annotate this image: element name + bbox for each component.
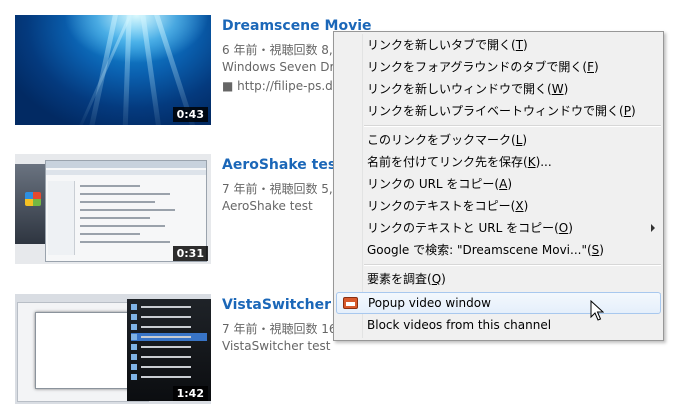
context-menu: リンクを新しいタブで開く(T) リンクをフォアグラウンドのタブで開く(F) リン… bbox=[333, 31, 664, 341]
video-meta: 7 年前・視聴回数 16 bbox=[222, 322, 337, 336]
menu-item-save-link-as[interactable]: 名前を付けてリンク先を保存(K)... bbox=[336, 151, 661, 173]
menu-item-copy-link-text[interactable]: リンクのテキストをコピー(X) bbox=[336, 195, 661, 217]
menu-separator bbox=[364, 264, 661, 266]
mouse-cursor-icon bbox=[590, 300, 604, 321]
duration-badge: 1:42 bbox=[172, 386, 208, 401]
popup-video-icon bbox=[343, 297, 358, 309]
video-thumbnail[interactable]: 0:43 bbox=[15, 15, 211, 125]
menu-item-bookmark-link[interactable]: このリンクをブックマーク(L) bbox=[336, 129, 661, 151]
menu-item-inspect-element[interactable]: 要素を調査(Q) bbox=[336, 268, 661, 290]
video-meta: 7 年前・視聴回数 5,9 bbox=[222, 182, 341, 196]
menu-item-popup-video-window[interactable]: Popup video window bbox=[336, 292, 661, 314]
video-thumbnail[interactable]: 0:31 bbox=[15, 154, 211, 264]
menu-separator bbox=[364, 125, 661, 127]
video-channel: AeroShake test bbox=[222, 199, 313, 213]
menu-item-open-new-tab[interactable]: リンクを新しいタブで開く(T) bbox=[336, 34, 661, 56]
duration-badge: 0:43 bbox=[172, 107, 208, 122]
menu-item-open-new-window[interactable]: リンクを新しいウィンドウで開く(W) bbox=[336, 78, 661, 100]
video-channel: Windows Seven Drea bbox=[222, 60, 349, 74]
menu-item-open-foreground-tab[interactable]: リンクをフォアグラウンドのタブで開く(F) bbox=[336, 56, 661, 78]
menu-item-open-private-window[interactable]: リンクを新しいプライベートウィンドウで開く(P) bbox=[336, 100, 661, 122]
menu-item-google-search[interactable]: Google で検索: "Dreamscene Movi..."(S) bbox=[336, 239, 661, 261]
submenu-arrow-icon bbox=[651, 224, 655, 232]
menu-item-copy-text-and-url[interactable]: リンクのテキストと URL をコピー(O) bbox=[336, 217, 661, 239]
video-thumbnail[interactable]: 1:42 bbox=[15, 294, 211, 404]
video-title-link[interactable]: AeroShake test bbox=[222, 157, 343, 173]
thumbnail-preview-graphic bbox=[35, 312, 132, 389]
windows-logo-icon bbox=[25, 192, 41, 206]
menu-item-copy-link-url[interactable]: リンクの URL をコピー(A) bbox=[336, 173, 661, 195]
video-meta: 6 年前・視聴回数 8, bbox=[222, 43, 333, 57]
video-description: ■ http://filipe-ps.devi bbox=[222, 79, 351, 93]
duration-badge: 0:31 bbox=[172, 246, 208, 261]
menu-item-block-channel[interactable]: Block videos from this channel bbox=[336, 314, 661, 336]
video-channel: VistaSwitcher test bbox=[222, 339, 331, 353]
